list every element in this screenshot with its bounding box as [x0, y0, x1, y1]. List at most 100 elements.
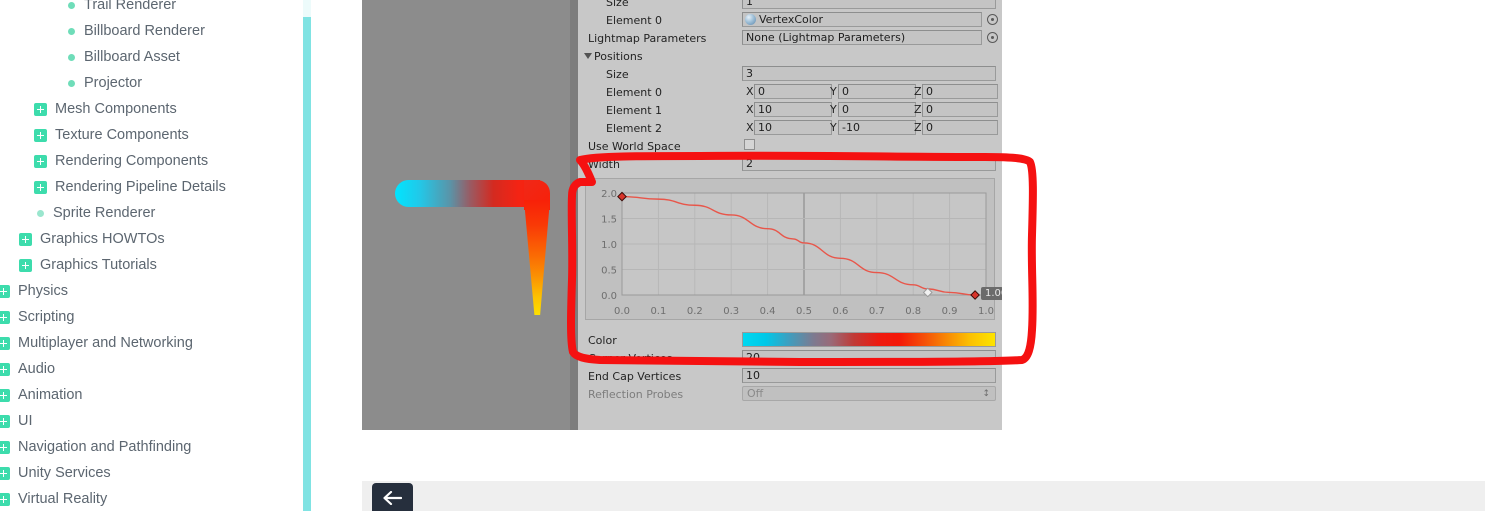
- lightmap-parameters-picker-icon[interactable]: [987, 32, 998, 43]
- expand-plus-icon[interactable]: [0, 466, 10, 480]
- sidebar-item-rendering-pipeline-details[interactable]: Rendering Pipeline Details: [0, 174, 303, 200]
- sidebar-item-mesh-components[interactable]: Mesh Components: [0, 96, 303, 122]
- materials-element0-picker-icon[interactable]: [987, 14, 998, 25]
- positions-element1-x-input[interactable]: 10: [754, 102, 832, 117]
- sidebar-item-label: Projector: [84, 74, 143, 91]
- sidebar-item-label: Rendering Pipeline Details: [55, 178, 226, 195]
- sidebar-item-label: Unity Services: [18, 464, 111, 481]
- expand-plus-icon[interactable]: [0, 440, 10, 454]
- sidebar-item-unity-services[interactable]: Unity Services: [0, 460, 303, 486]
- sidebar-scrollbar[interactable]: [303, 0, 311, 511]
- positions-label: Positions: [594, 49, 643, 63]
- expand-plus-icon[interactable]: [34, 180, 47, 194]
- sidebar-item-rendering-components[interactable]: Rendering Components: [0, 148, 303, 174]
- expand-plus-icon[interactable]: [0, 362, 10, 376]
- chevron-updown-icon: ↕: [982, 389, 990, 399]
- lightmap-parameters-objectfield[interactable]: None (Lightmap Parameters): [742, 30, 982, 45]
- sidebar-item-audio[interactable]: Audio: [0, 356, 303, 382]
- sidebar-scrollbar-thumb[interactable]: [303, 17, 311, 511]
- sidebar-navigation[interactable]: Trail Renderer Billboard Renderer Billboar…: [0, 0, 303, 511]
- positions-element0-x-input[interactable]: 0: [754, 84, 832, 99]
- bullet-dot-icon: [68, 1, 75, 9]
- width-curve-plot[interactable]: 0.0 0.5 1.0 1.5 2.0 0.0 0.1 0.2 0.3 0.4 0.5 0.6 0.7 0…: [586, 179, 994, 319]
- use-world-space-checkbox[interactable]: [744, 139, 755, 150]
- positions-element2-y-input[interactable]: -10: [838, 120, 916, 135]
- sidebar-item-billboard-renderer[interactable]: Billboard Renderer: [0, 18, 303, 44]
- expand-plus-icon[interactable]: [0, 492, 10, 506]
- curve-xtick-label: 0.8: [905, 306, 921, 317]
- materials-element0-objectfield[interactable]: VertexColor: [742, 12, 982, 27]
- width-row: Width 2: [578, 155, 1002, 173]
- color-gradient-field[interactable]: [742, 332, 996, 347]
- positions-element1-y-input[interactable]: 0: [838, 102, 916, 117]
- positions-size-row: Size 3: [578, 65, 1002, 83]
- expand-plus-icon[interactable]: [0, 414, 10, 428]
- sidebar-item-trail-renderer[interactable]: Trail Renderer: [0, 0, 303, 18]
- curve-xtick-label: 0.7: [869, 306, 885, 317]
- positions-element0-z-input[interactable]: 0: [922, 84, 998, 99]
- sidebar-item-ui[interactable]: UI: [0, 408, 303, 434]
- sidebar-item-label: Billboard Asset: [84, 48, 180, 65]
- materials-element0-row: Element 0 VertexColor: [578, 11, 1002, 29]
- back-button[interactable]: [372, 483, 413, 511]
- chevron-down-icon[interactable]: [584, 53, 592, 59]
- materials-size-input[interactable]: 1: [742, 0, 996, 9]
- positions-element1-z-input[interactable]: 0: [922, 102, 998, 117]
- color-row: Color: [578, 331, 1002, 349]
- sphere-icon: [745, 14, 756, 25]
- end-cap-vertices-input[interactable]: 10: [742, 368, 996, 383]
- expand-plus-icon[interactable]: [19, 258, 32, 272]
- sidebar-item-graphics-howtos[interactable]: Graphics HOWTOs: [0, 226, 303, 252]
- corner-vertices-row: Corner Vertices 20: [578, 349, 1002, 367]
- expand-plus-icon[interactable]: [34, 154, 47, 168]
- sidebar-item-texture-components[interactable]: Texture Components: [0, 122, 303, 148]
- curve-xtick-label: 0.1: [650, 306, 666, 317]
- sidebar-item-label: Virtual Reality: [18, 490, 108, 507]
- unity-editor-screenshot: Materials Size 1 Element 0 VertexColor L…: [362, 0, 1002, 430]
- sidebar-item-scripting[interactable]: Scripting: [0, 304, 303, 330]
- sidebar-item-billboard-asset[interactable]: Billboard Asset: [0, 44, 303, 70]
- reflection-probes-dropdown[interactable]: Off ↕: [742, 386, 996, 401]
- sidebar-item-physics[interactable]: Physics: [0, 278, 303, 304]
- sidebar-scrollbar-track: [303, 0, 311, 17]
- sidebar-item-virtual-reality[interactable]: Virtual Reality: [0, 486, 303, 511]
- line-renderer-vertical-segment: [524, 200, 550, 315]
- sidebar-item-animation[interactable]: Animation: [0, 382, 303, 408]
- axis-x-label: X: [746, 103, 754, 116]
- axis-z-label: Z: [914, 103, 922, 116]
- expand-plus-icon[interactable]: [0, 388, 10, 402]
- scene-preview: [362, 0, 578, 430]
- curve-ytick-label: 0.0: [601, 291, 617, 302]
- materials-size-row: Size 1: [578, 0, 1002, 11]
- expand-plus-icon[interactable]: [0, 284, 10, 298]
- curve-xtick-label: 0.6: [832, 306, 848, 317]
- expand-plus-icon[interactable]: [34, 128, 47, 142]
- positions-size-label: Size: [606, 67, 629, 81]
- sidebar-item-graphics-tutorials[interactable]: Graphics Tutorials: [0, 252, 303, 278]
- sidebar-item-navigation-and-pathfinding[interactable]: Navigation and Pathfinding: [0, 434, 303, 460]
- color-label: Color: [588, 333, 617, 347]
- positions-element0-label: Element 0: [606, 85, 663, 99]
- positions-element2-x-input[interactable]: 10: [754, 120, 832, 135]
- sidebar-item-sprite-renderer[interactable]: Sprite Renderer: [0, 200, 303, 226]
- expand-plus-icon[interactable]: [34, 102, 47, 116]
- expand-plus-icon[interactable]: [0, 336, 10, 350]
- positions-element2-z-input[interactable]: 0: [922, 120, 998, 135]
- axis-y-label: Y: [830, 85, 837, 98]
- bullet-dot-icon: [68, 79, 75, 87]
- sidebar-item-label: Mesh Components: [55, 100, 177, 117]
- positions-foldout[interactable]: Positions: [578, 47, 1002, 65]
- width-label: Width: [588, 157, 620, 171]
- end-cap-vertices-label: End Cap Vertices: [588, 369, 682, 383]
- sidebar-item-projector[interactable]: Projector: [0, 70, 303, 96]
- axis-x-label: X: [746, 85, 754, 98]
- positions-element0-y-input[interactable]: 0: [838, 84, 916, 99]
- sidebar-item-multiplayer-and-networking[interactable]: Multiplayer and Networking: [0, 330, 303, 356]
- expand-plus-icon[interactable]: [0, 310, 10, 324]
- positions-size-input[interactable]: 3: [742, 66, 996, 81]
- curve-ytick-label: 0.5: [601, 266, 617, 277]
- width-input[interactable]: 2: [742, 156, 996, 171]
- corner-vertices-input[interactable]: 20: [742, 350, 996, 365]
- expand-plus-icon[interactable]: [19, 232, 32, 246]
- width-curve-graph[interactable]: 0.0 0.5 1.0 1.5 2.0 0.0 0.1 0.2 0.3 0.4 0.5 0.6 0.7 0…: [585, 178, 1002, 320]
